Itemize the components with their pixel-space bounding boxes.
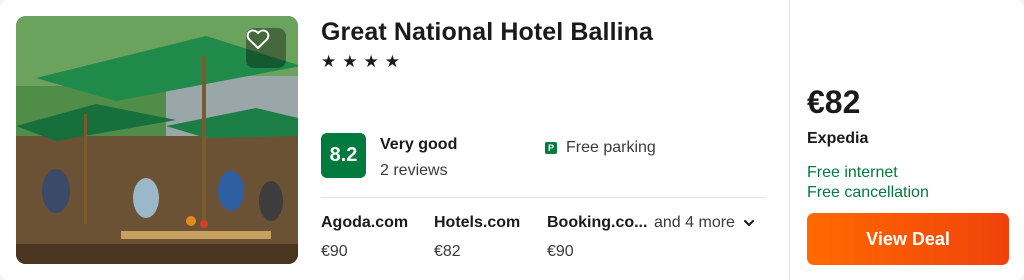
chevron-down-icon	[743, 219, 754, 226]
view-deal-button[interactable]: View Deal	[807, 213, 1009, 265]
deal-price[interactable]: €82	[807, 84, 860, 121]
amenity-label: Free parking	[566, 139, 656, 156]
star-icon: ★	[363, 52, 379, 71]
parking-icon: P	[545, 142, 557, 154]
perk-free-internet: Free internet	[807, 164, 898, 181]
provider-booking[interactable]: Booking.co... €90	[547, 214, 647, 261]
star-icon: ★	[321, 52, 337, 71]
perk-free-cancellation: Free cancellation	[807, 184, 929, 201]
rating-label: Very good	[380, 136, 458, 153]
provider-price: €90	[547, 243, 574, 260]
amenity-parking: P Free parking	[545, 139, 656, 157]
provider-name: Agoda.com	[321, 214, 409, 231]
provider-agoda[interactable]: Agoda.com €90	[321, 214, 408, 261]
more-providers-toggle[interactable]: and 4 more	[654, 214, 754, 232]
column-divider	[789, 0, 790, 280]
provider-hotels[interactable]: Hotels.com €82	[434, 214, 520, 261]
review-score-badge: 8.2	[321, 133, 366, 178]
star-icon: ★	[384, 52, 400, 71]
favorite-button[interactable]	[246, 28, 286, 68]
provider-name: Hotels.com	[434, 214, 521, 231]
more-providers-label: and 4 more	[654, 214, 735, 231]
provider-name: Booking.co...	[547, 214, 648, 231]
heart-icon	[246, 29, 270, 49]
star-icon: ★	[342, 52, 358, 71]
review-count[interactable]: 2 reviews	[380, 162, 448, 180]
provider-price: €90	[321, 243, 348, 260]
hotel-name[interactable]: Great National Hotel Ballina	[321, 18, 653, 47]
provider-price: €82	[434, 243, 461, 260]
hotel-photo[interactable]	[16, 16, 298, 264]
divider	[321, 197, 766, 198]
deal-vendor: Expedia	[807, 130, 869, 147]
hotel-result-card[interactable]: Great National Hotel Ballina ★ ★ ★ ★ 8.2…	[0, 0, 1024, 280]
star-rating: ★ ★ ★ ★	[321, 52, 400, 72]
